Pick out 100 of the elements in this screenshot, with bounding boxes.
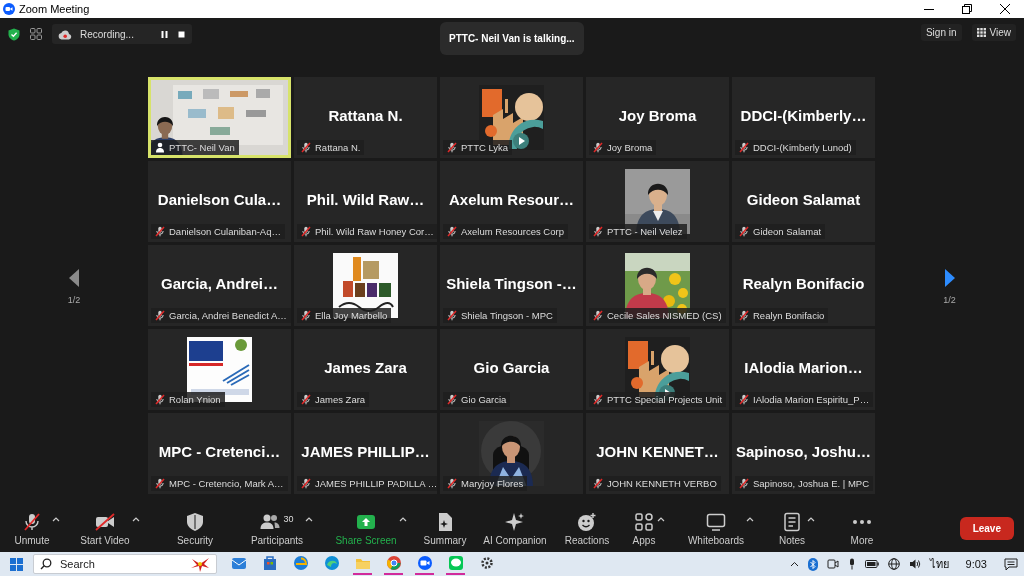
shield-icon[interactable]	[8, 27, 20, 41]
participant-name: JOHN KENNETH VERBO	[607, 478, 717, 489]
chevron-up-icon[interactable]	[789, 561, 799, 567]
browser-icon[interactable]	[384, 553, 403, 575]
person-icon	[155, 142, 165, 153]
toolbar-button[interactable]: AI Companion	[483, 511, 547, 546]
participant-tile[interactable]: Ella Joy Marbello	[294, 245, 437, 326]
toolbar-button[interactable]: Unmute	[14, 511, 50, 546]
toolbar-button[interactable]: Summary	[423, 511, 467, 546]
bluetooth-icon[interactable]	[807, 557, 818, 571]
notifications-icon[interactable]	[1004, 557, 1018, 571]
participant-tile[interactable]: Maryjoy Flores	[440, 413, 583, 494]
search-field[interactable]: Search	[33, 554, 217, 574]
participant-tile[interactable]: Phil. Wild Raw… Phil. Wild Raw Honey Cor…	[294, 161, 437, 242]
participant-tile[interactable]: JOHN KENNET… JOHN KENNETH VERBO	[586, 413, 729, 494]
caret-icon[interactable]	[305, 515, 314, 522]
restore-icon[interactable]	[960, 2, 974, 16]
participant-name: Ella Joy Marbello	[315, 310, 388, 321]
participant-name: Garcia, Andrei Benedict A…	[169, 310, 287, 321]
participant-name: Phil. Wild Raw Honey Cor…	[315, 226, 434, 237]
mic-muted-icon	[593, 142, 603, 153]
participant-name: PTTC- Neil Van	[169, 142, 235, 153]
video-app-icon[interactable]	[415, 553, 434, 575]
toolbar-button[interactable]: Security	[176, 511, 214, 546]
chat-app-icon[interactable]	[446, 553, 465, 575]
mic-muted-icon	[739, 142, 749, 153]
toolbar-button[interactable]: Whiteboards	[687, 511, 745, 546]
participant-tile[interactable]: PTTC Special Projects Unit	[586, 329, 729, 410]
display-name: IAlodia Marion…	[743, 359, 864, 376]
toolbar-button[interactable]: Reactions	[564, 511, 610, 546]
view-button[interactable]: View	[971, 24, 1016, 41]
participant-name: Rolan Ynion	[169, 394, 221, 405]
flower-icon	[189, 556, 211, 572]
participant-tile[interactable]: Axelum Resour… Axelum Resources Corp	[440, 161, 583, 242]
grid-icon[interactable]	[30, 28, 42, 40]
caret-icon[interactable]	[657, 515, 666, 522]
participant-name: Realyn Bonifacio	[753, 310, 825, 321]
page-indicator: 1/2	[943, 295, 956, 305]
participant-count: 30	[283, 513, 294, 524]
mic-muted-icon	[739, 394, 749, 405]
windows-start-icon[interactable]	[10, 557, 23, 571]
caret-icon[interactable]	[746, 515, 755, 522]
participant-tile[interactable]: Joy Broma Joy Broma	[586, 77, 729, 158]
participant-tile[interactable]: Cecile Sales NISMED (CS)	[586, 245, 729, 326]
participant-tile[interactable]: Rolan Ynion	[148, 329, 291, 410]
participant-tile[interactable]: James Zara James Zara	[294, 329, 437, 410]
toolbar-button[interactable]: 30 Participants	[250, 511, 304, 546]
participant-name: PTTC - Neil Velez	[607, 226, 683, 237]
participant-tile[interactable]: MPC - Cretenci… MPC - Cretencio, Mark A…	[148, 413, 291, 494]
participant-name: Axelum Resources Corp	[461, 226, 564, 237]
caret-icon[interactable]	[398, 515, 407, 522]
display-name: DDCI-(Kimberly…	[739, 107, 868, 124]
toolbar-button[interactable]: Notes	[778, 511, 806, 546]
camera-icon[interactable]	[826, 558, 839, 570]
input-language[interactable]: ไทย	[929, 555, 949, 573]
participant-name: Danielson Culaniban-Aq…	[169, 226, 281, 237]
toolbar-button[interactable]: Start Video	[80, 511, 130, 546]
caret-icon[interactable]	[807, 515, 816, 522]
display-name: Axelum Resour…	[447, 191, 575, 208]
pause-icon[interactable]	[159, 29, 169, 39]
mic-muted-icon	[593, 226, 603, 237]
participant-name: Gio Garcia	[461, 394, 507, 405]
clock[interactable]: 9:03	[965, 558, 987, 570]
participant-tile[interactable]: PTTC Lyka	[440, 77, 583, 158]
caret-icon[interactable]	[51, 515, 60, 522]
participant-tile[interactable]: Gio Garcia Gio Garcia	[440, 329, 583, 410]
mic-muted-icon	[447, 226, 457, 237]
close-icon[interactable]	[998, 2, 1012, 16]
participant-tile[interactable]: Rattana N. Rattana N.	[294, 77, 437, 158]
participant-tile[interactable]: Gideon Salamat Gideon Salamat	[732, 161, 875, 242]
participant-tile[interactable]: Sapinoso, Joshu… Sapinoso, Joshua E. | MPC	[732, 413, 875, 494]
participant-tile[interactable]: Garcia, Andrei… Garcia, Andrei Benedict A…	[148, 245, 291, 326]
battery-icon[interactable]	[864, 560, 879, 568]
globe-icon[interactable]	[887, 558, 900, 570]
stop-icon[interactable]	[176, 29, 186, 39]
toolbar-button[interactable]: Apps	[632, 511, 656, 546]
toolbar-button[interactable]: Share Screen	[335, 511, 397, 546]
participant-tile[interactable]: Realyn Bonifacio Realyn Bonifacio	[732, 245, 875, 326]
display-name: Garcia, Andrei…	[160, 275, 279, 292]
participant-tile[interactable]: PTTC - Neil Velez	[586, 161, 729, 242]
participant-tile[interactable]: DDCI-(Kimberly… DDCI-(Kimberly Lunod)	[732, 77, 875, 158]
participant-tile[interactable]: IAlodia Marion… IAlodia Marion Espiritu_P…	[732, 329, 875, 410]
display-name: James Zara	[323, 359, 408, 376]
participant-name: Gideon Salamat	[753, 226, 822, 237]
mic-muted-icon	[301, 394, 311, 405]
display-name: Joy Broma	[617, 107, 698, 124]
caret-icon[interactable]	[131, 515, 140, 522]
display-name: Phil. Wild Raw…	[305, 191, 426, 208]
participant-tile[interactable]: JAMES PHILLIP… JAMES PHILLIP PADILLA …	[294, 413, 437, 494]
mic-muted-icon	[301, 478, 311, 489]
leave-button[interactable]: Leave	[959, 517, 1014, 540]
microphone-icon[interactable]	[847, 558, 856, 570]
participant-tile[interactable]: PTTC- Neil Van	[148, 77, 291, 158]
sign-in-button[interactable]: Sign in	[920, 24, 962, 41]
participant-tile[interactable]: Shiela Tingson -… Shiela Tingson - MPC	[440, 245, 583, 326]
toolbar-button[interactable]: More	[850, 511, 874, 546]
mic-muted-icon	[447, 142, 457, 153]
speaker-icon[interactable]	[908, 558, 921, 570]
participant-name: PTTC Lyka	[461, 142, 509, 153]
participant-tile[interactable]: Danielson Cula… Danielson Culaniban-Aq…	[148, 161, 291, 242]
